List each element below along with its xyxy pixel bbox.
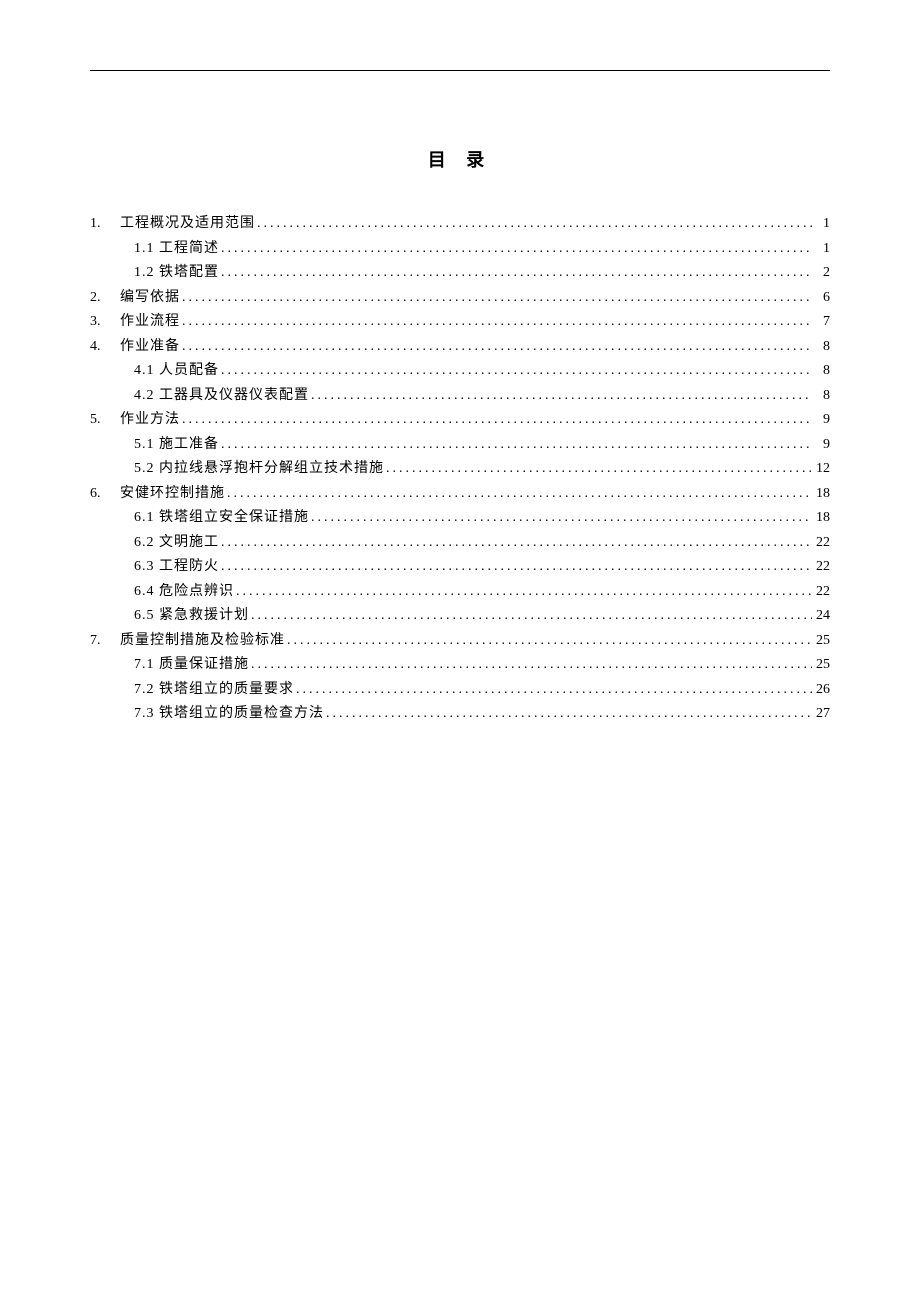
toc-label: 6.4 危险点辨识: [134, 580, 234, 605]
toc-label: 4.1 人员配备: [134, 359, 219, 384]
toc-entry: 5.2 内拉线悬浮抱杆分解组立技术措施 12: [90, 457, 830, 482]
toc-entry: 6.5 紧急救援计划 24: [90, 604, 830, 629]
toc-page-number: 8: [812, 335, 830, 360]
toc-page-number: 9: [812, 433, 830, 458]
toc-label: 5.2 内拉线悬浮抱杆分解组立技术措施: [134, 457, 384, 482]
toc-page-number: 22: [812, 555, 830, 580]
toc-page-number: 27: [812, 702, 830, 727]
toc-entry: 1.工程概况及适用范围 1: [90, 212, 830, 237]
toc-label: 安健环控制措施: [120, 482, 225, 507]
toc-label: 作业准备: [120, 335, 180, 360]
toc-leader-dots: [309, 506, 812, 531]
toc-leader-dots: [219, 261, 812, 286]
toc-leader-dots: [285, 629, 812, 654]
toc-page-number: 2: [812, 261, 830, 286]
toc-leader-dots: [309, 384, 812, 409]
toc-label: 6.1 铁塔组立安全保证措施: [134, 506, 309, 531]
toc-entry: 6.4 危险点辨识 22: [90, 580, 830, 605]
header-rule: [90, 70, 830, 71]
toc-page-number: 6: [812, 286, 830, 311]
toc-entry: 6.2 文明施工 22: [90, 531, 830, 556]
toc-page-number: 8: [812, 384, 830, 409]
toc-page-number: 12: [812, 457, 830, 482]
toc-entry: 1.1 工程简述 1: [90, 237, 830, 262]
toc-leader-dots: [219, 531, 812, 556]
toc-page-number: 25: [812, 629, 830, 654]
toc-entry: 5.1 施工准备 9: [90, 433, 830, 458]
toc-leader-dots: [180, 408, 812, 433]
toc-number: 6.: [90, 482, 120, 507]
toc-label: 编写依据: [120, 286, 180, 311]
toc-leader-dots: [180, 335, 812, 360]
toc-leader-dots: [225, 482, 812, 507]
toc-entry: 6.安健环控制措施 18: [90, 482, 830, 507]
toc-entry: 4.作业准备 8: [90, 335, 830, 360]
toc-page-number: 24: [812, 604, 830, 629]
toc-entry: 4.1 人员配备 8: [90, 359, 830, 384]
toc-page-number: 22: [812, 531, 830, 556]
toc-page-number: 8: [812, 359, 830, 384]
toc-label: 6.3 工程防火: [134, 555, 219, 580]
toc-entry: 6.3 工程防火 22: [90, 555, 830, 580]
toc-entry: 7.2 铁塔组立的质量要求 26: [90, 678, 830, 703]
toc-entry: 7.质量控制措施及检验标准 25: [90, 629, 830, 654]
document-page: 目 录 1.工程概况及适用范围11.1 工程简述11.2 铁塔配置22.编写依据…: [0, 0, 920, 797]
toc-leader-dots: [294, 678, 812, 703]
toc-leader-dots: [180, 286, 812, 311]
toc-page-number: 9: [812, 408, 830, 433]
toc-number: 3.: [90, 310, 120, 335]
toc-label: 作业流程: [120, 310, 180, 335]
toc-leader-dots: [384, 457, 812, 482]
toc-page-number: 7: [812, 310, 830, 335]
toc-leader-dots: [219, 359, 812, 384]
toc-label: 工程概况及适用范围: [120, 212, 255, 237]
toc-leader-dots: [249, 604, 812, 629]
toc-entry: 3.作业流程 7: [90, 310, 830, 335]
toc-number: 2.: [90, 286, 120, 311]
toc-number: 7.: [90, 629, 120, 654]
toc-leader-dots: [234, 580, 812, 605]
toc-number: 5.: [90, 408, 120, 433]
toc-label: 6.2 文明施工: [134, 531, 219, 556]
toc-entry: 4.2 工器具及仪器仪表配置 8: [90, 384, 830, 409]
toc-page-number: 25: [812, 653, 830, 678]
toc-leader-dots: [219, 555, 812, 580]
toc-page-number: 18: [812, 506, 830, 531]
toc-entry: 6.1 铁塔组立安全保证措施 18: [90, 506, 830, 531]
toc-label: 7.2 铁塔组立的质量要求: [134, 678, 294, 703]
toc-title: 目 录: [90, 146, 830, 172]
toc-page-number: 1: [812, 237, 830, 262]
toc-label: 4.2 工器具及仪器仪表配置: [134, 384, 309, 409]
toc-label: 5.1 施工准备: [134, 433, 219, 458]
toc-leader-dots: [324, 702, 812, 727]
toc-page-number: 26: [812, 678, 830, 703]
toc-entry: 7.3 铁塔组立的质量检查方法 27: [90, 702, 830, 727]
toc-page-number: 1: [812, 212, 830, 237]
toc-label: 7.1 质量保证措施: [134, 653, 249, 678]
toc-entry: 5.作业方法 9: [90, 408, 830, 433]
toc-label: 质量控制措施及检验标准: [120, 629, 285, 654]
toc-leader-dots: [249, 653, 812, 678]
toc-list: 1.工程概况及适用范围11.1 工程简述11.2 铁塔配置22.编写依据63.作…: [90, 212, 830, 727]
toc-label: 1.1 工程简述: [134, 237, 219, 262]
toc-leader-dots: [180, 310, 812, 335]
toc-page-number: 22: [812, 580, 830, 605]
toc-label: 作业方法: [120, 408, 180, 433]
toc-leader-dots: [219, 433, 812, 458]
toc-label: 6.5 紧急救援计划: [134, 604, 249, 629]
toc-label: 1.2 铁塔配置: [134, 261, 219, 286]
toc-entry: 7.1 质量保证措施 25: [90, 653, 830, 678]
toc-page-number: 18: [812, 482, 830, 507]
toc-label: 7.3 铁塔组立的质量检查方法: [134, 702, 324, 727]
toc-number: 4.: [90, 335, 120, 360]
toc-leader-dots: [255, 212, 812, 237]
toc-number: 1.: [90, 212, 120, 237]
toc-entry: 2.编写依据 6: [90, 286, 830, 311]
toc-entry: 1.2 铁塔配置 2: [90, 261, 830, 286]
toc-leader-dots: [219, 237, 812, 262]
